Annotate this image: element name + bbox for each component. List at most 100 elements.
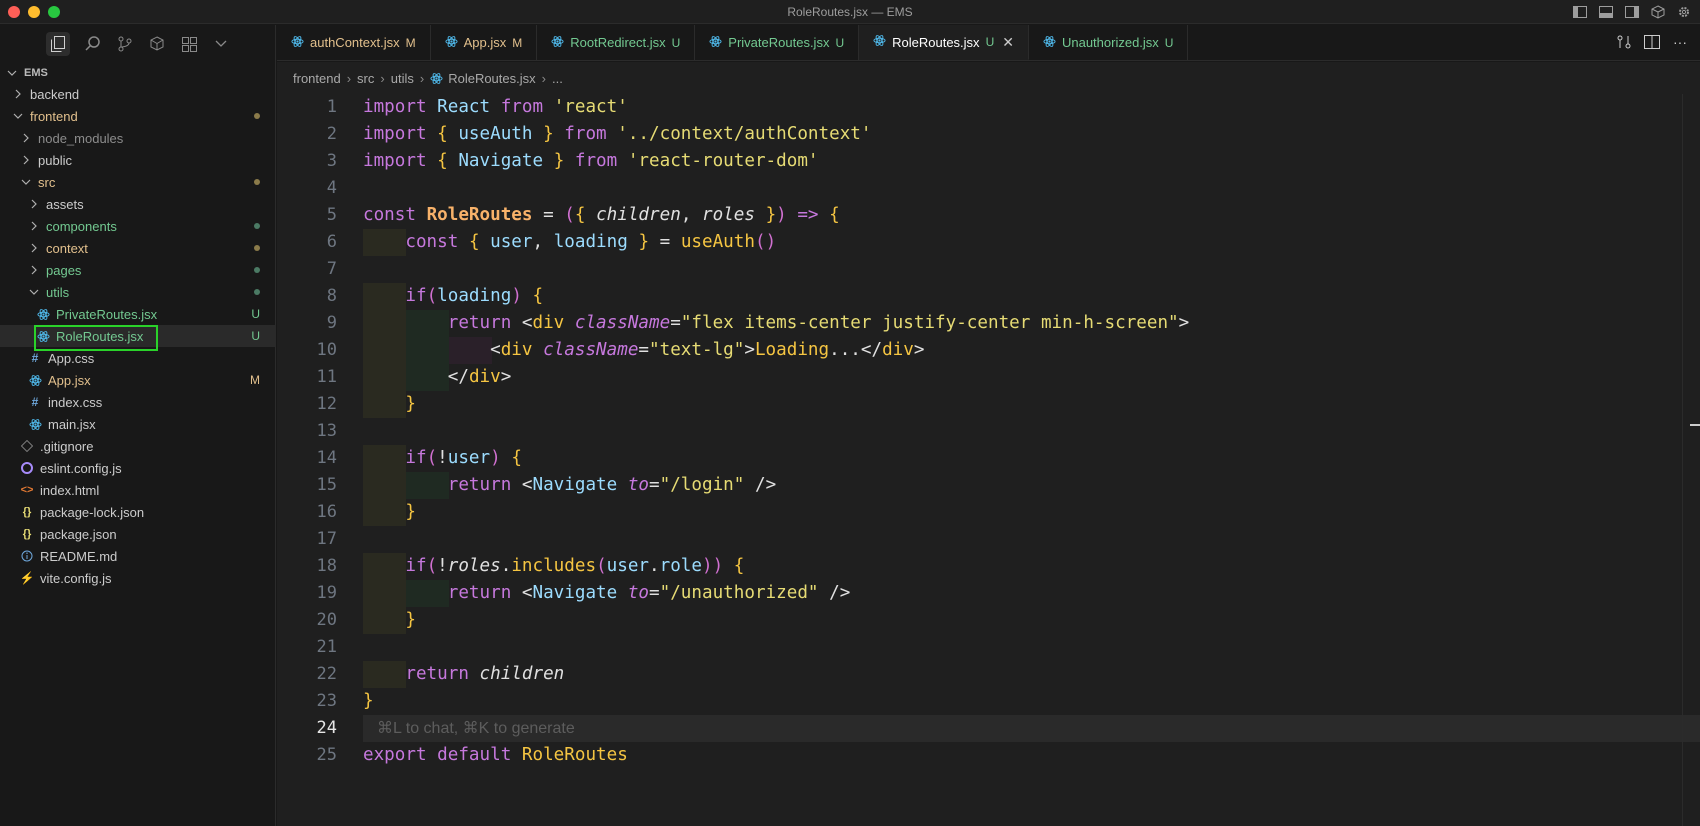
code-line[interactable]: return <div className="flex items-center… xyxy=(363,310,1700,337)
tree-item-label: frontend xyxy=(30,108,78,124)
file-item[interactable]: <> index.html xyxy=(0,479,276,501)
react-icon xyxy=(551,35,564,51)
close-tab-icon[interactable]: ✕ xyxy=(1002,34,1014,51)
explorer-root[interactable]: EMS xyxy=(0,63,276,83)
chevron-right-icon: › xyxy=(380,70,385,86)
code-line[interactable] xyxy=(363,634,1700,661)
editor-tab[interactable]: RoleRoutes.jsx U ✕ xyxy=(859,25,1029,60)
react-icon xyxy=(873,34,886,50)
file-item[interactable]: ⚡ vite.config.js xyxy=(0,567,276,589)
gear-icon[interactable] xyxy=(1676,4,1692,20)
modified-dot xyxy=(254,179,260,185)
breadcrumb-item[interactable]: frontend xyxy=(293,71,341,86)
code-line[interactable]: </div> xyxy=(363,364,1700,391)
folder-item[interactable]: assets xyxy=(0,193,276,215)
code-line[interactable]: return <Navigate to="/login" /> xyxy=(363,472,1700,499)
editor-tab[interactable]: App.jsx M xyxy=(431,25,538,60)
code-line[interactable]: import { Navigate } from 'react-router-d… xyxy=(363,148,1700,175)
code-line[interactable]: } xyxy=(363,499,1700,526)
cube-icon[interactable] xyxy=(1650,4,1666,20)
line-number: 8 xyxy=(326,286,337,306)
folder-item[interactable]: frontend xyxy=(0,105,276,127)
code-line[interactable]: import React from 'react' xyxy=(363,94,1700,121)
explorer-icon[interactable] xyxy=(46,32,70,56)
code-line[interactable]: export default RoleRoutes xyxy=(363,742,1700,769)
compare-changes-icon[interactable] xyxy=(1616,34,1632,50)
breadcrumb-item[interactable]: RoleRoutes.jsx xyxy=(448,71,535,86)
react-icon xyxy=(36,308,50,321)
code-line[interactable] xyxy=(363,175,1700,202)
indent-guide xyxy=(406,364,449,391)
folder-item[interactable]: public xyxy=(0,149,276,171)
code-line[interactable]: const RoleRoutes = ({ children, roles })… xyxy=(363,202,1700,229)
grid-icon[interactable] xyxy=(180,35,198,53)
tree-item-label: App.css xyxy=(48,350,95,366)
toggle-sidebar-icon[interactable] xyxy=(1572,4,1588,20)
toggle-panel-icon[interactable] xyxy=(1598,4,1614,20)
folder-item[interactable]: backend xyxy=(0,83,276,105)
breadcrumb-item[interactable]: src xyxy=(357,71,374,86)
code-line[interactable]: return children xyxy=(363,661,1700,688)
folder-item[interactable]: context xyxy=(0,237,276,259)
tab-status-badge: M xyxy=(512,35,523,50)
breadcrumb: frontend › src › utils › RoleRoutes.jsx ›... xyxy=(277,62,1700,94)
editor-tab[interactable]: PrivateRoutes.jsx U xyxy=(695,25,860,60)
source-control-icon[interactable] xyxy=(116,35,134,53)
code-line[interactable]: if(loading) { xyxy=(363,283,1700,310)
file-item[interactable]: eslint.config.js xyxy=(0,457,276,479)
code-area[interactable]: import React from 'react' import { useAut… xyxy=(363,94,1700,769)
code-line[interactable]: } xyxy=(363,391,1700,418)
code-line[interactable] xyxy=(363,418,1700,445)
code-line[interactable]: const { user, loading } = useAuth() xyxy=(363,229,1700,256)
tree-item-label: pages xyxy=(46,262,82,278)
file-item[interactable]: README.md xyxy=(0,545,276,567)
editor-tab[interactable]: authContext.jsx M xyxy=(277,25,431,60)
editor-tab[interactable]: Unauthorized.jsx U xyxy=(1029,25,1189,60)
breadcrumb-item[interactable]: utils xyxy=(391,71,414,86)
tree-item-label: vite.config.js xyxy=(40,570,112,586)
tree-item-label: eslint.config.js xyxy=(40,460,122,476)
line-number: 6 xyxy=(326,232,337,252)
tree-item-label: node_modules xyxy=(38,130,124,146)
folder-item[interactable]: components xyxy=(0,215,276,237)
indent-guide xyxy=(363,553,406,580)
code-line[interactable] xyxy=(363,526,1700,553)
code-line[interactable]: return <Navigate to="/unauthorized" /> xyxy=(363,580,1700,607)
code-line[interactable]: if(!roles.includes(user.role)) { xyxy=(363,553,1700,580)
code-line[interactable] xyxy=(363,256,1700,283)
file-item[interactable]: .gitignore xyxy=(0,435,276,457)
file-item[interactable]: {} package.json xyxy=(0,523,276,545)
folder-item[interactable]: utils xyxy=(0,281,276,303)
code-line[interactable]: import { useAuth } from '../context/auth… xyxy=(363,121,1700,148)
toggle-secondary-sidebar-icon[interactable] xyxy=(1624,4,1640,20)
folder-item[interactable]: pages xyxy=(0,259,276,281)
search-icon[interactable] xyxy=(84,35,102,53)
folder-item[interactable]: src xyxy=(0,171,276,193)
split-editor-icon[interactable] xyxy=(1644,34,1660,50)
folder-item[interactable]: node_modules xyxy=(0,127,276,149)
scrollbar-marker[interactable] xyxy=(1690,424,1700,426)
react-icon xyxy=(709,35,722,51)
file-item[interactable]: App.jsx M xyxy=(0,369,276,391)
editor-tab[interactable]: RootRedirect.jsx U xyxy=(537,25,696,60)
tab-status-badge: U xyxy=(985,35,995,49)
code-line[interactable]: } xyxy=(363,607,1700,634)
chevron-down-icon[interactable] xyxy=(212,35,230,53)
code-editor[interactable]: 1 2 3 4 5 6 7 8 9 10 11 12 13 14 15 16 17 18 19 20 21 22 23 24 2… xyxy=(277,94,1700,826)
extensions-cube-icon[interactable] xyxy=(148,35,166,53)
chevron-right-icon xyxy=(28,220,40,232)
indent-guide xyxy=(363,499,406,526)
code-line[interactable]: if(!user) { xyxy=(363,445,1700,472)
code-line[interactable]: } xyxy=(363,688,1700,715)
file-item[interactable]: main.jsx xyxy=(0,413,276,435)
indent-guide xyxy=(406,337,449,364)
file-item[interactable]: PrivateRoutes.jsx U xyxy=(0,303,276,325)
breadcrumb-item[interactable]: ... xyxy=(552,71,563,86)
file-item[interactable]: # index.css xyxy=(0,391,276,413)
tree-item-label: utils xyxy=(46,284,70,300)
code-line[interactable]: ⌘L to chat, ⌘K to generate xyxy=(363,715,1700,742)
more-actions-icon[interactable]: ··· xyxy=(1672,34,1688,50)
code-line[interactable]: <div className="text-lg">Loading...</div… xyxy=(363,337,1700,364)
file-item[interactable]: {} package-lock.json xyxy=(0,501,276,523)
window-title: RoleRoutes.jsx — EMS xyxy=(787,5,913,19)
